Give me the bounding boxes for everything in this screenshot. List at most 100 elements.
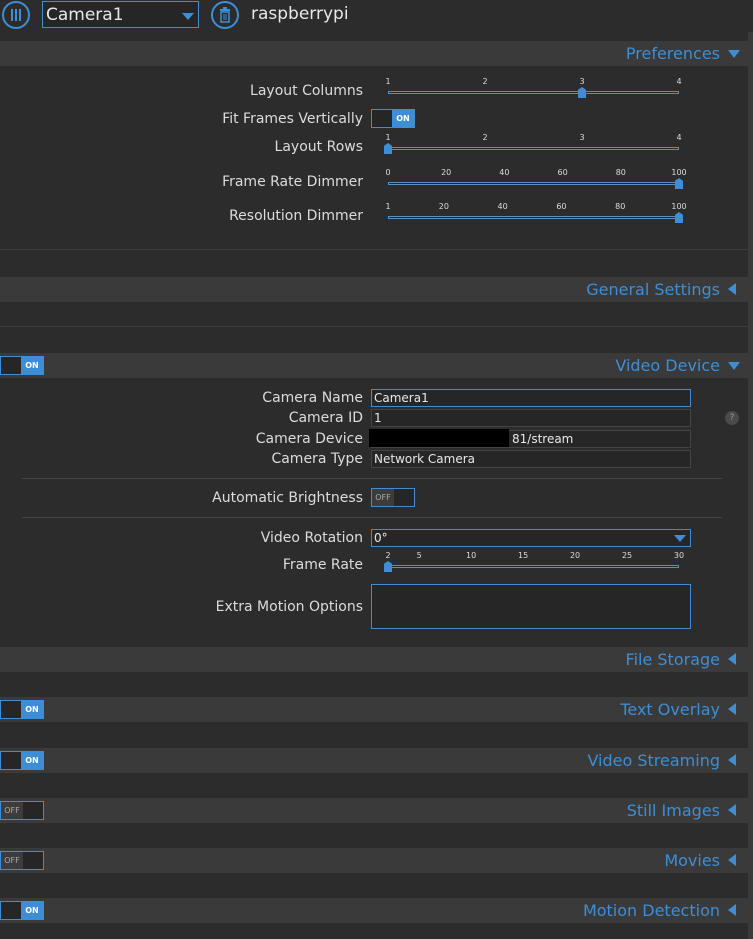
toggle-state-label: ON xyxy=(21,357,43,374)
slider-track[interactable] xyxy=(388,147,679,150)
collapse-arrow-icon xyxy=(728,703,736,715)
slider-tick-label: 100 xyxy=(671,168,687,177)
toggle-state-label: ON xyxy=(392,110,414,127)
movies-toggle[interactable]: OFF xyxy=(0,851,44,870)
slider-tick-label: 30 xyxy=(673,551,685,560)
toggle-state-label: OFF xyxy=(372,489,394,506)
resolution-dimmer-slider[interactable]: 1 20 40 60 80 100 xyxy=(385,202,687,226)
chevron-down-icon xyxy=(182,13,194,20)
camera-name-field[interactable]: Camera1 xyxy=(371,389,691,407)
slider-handle[interactable] xyxy=(675,178,683,189)
divider xyxy=(0,326,748,327)
camera-select[interactable]: Camera1 xyxy=(42,1,199,28)
slider-handle[interactable] xyxy=(384,143,392,154)
slider-tick-label: 2 xyxy=(385,551,391,560)
slider-tick-label: 40 xyxy=(499,168,510,177)
redacted-block xyxy=(369,429,509,447)
video-streaming-title: Video Streaming xyxy=(587,751,720,770)
auto-brightness-label: Automatic Brightness xyxy=(212,490,363,506)
slider-tick-label: 2 xyxy=(482,77,488,86)
toggle-state-label: ON xyxy=(21,701,43,718)
camera-id-field[interactable]: 1 xyxy=(371,409,691,427)
divider xyxy=(22,478,722,479)
slider-tick-label: 40 xyxy=(497,202,508,211)
frame-rate-label: Frame Rate xyxy=(282,557,363,573)
movies-header[interactable]: OFF Movies xyxy=(0,848,748,873)
collapse-arrow-icon xyxy=(728,854,736,866)
resolution-dimmer-label: Resolution Dimmer xyxy=(229,208,363,224)
collapse-arrow-icon xyxy=(728,904,736,916)
slider-tick-label: 80 xyxy=(615,168,626,177)
preferences-title: Preferences xyxy=(625,44,720,63)
motion-detection-header[interactable]: ON Motion Detection xyxy=(0,898,748,923)
file-storage-header[interactable]: File Storage xyxy=(0,647,748,672)
toggle-state-label: OFF xyxy=(1,802,23,819)
host-name: raspberrypi xyxy=(251,4,349,24)
motion-detection-toggle[interactable]: ON xyxy=(0,901,44,920)
layout-columns-slider[interactable]: 1 2 3 4 xyxy=(385,77,682,101)
pause-bars-icon xyxy=(11,9,21,21)
slider-tick-label: 80 xyxy=(615,202,626,211)
video-device-toggle[interactable]: ON xyxy=(0,356,44,375)
still-images-header[interactable]: OFF Still Images xyxy=(0,798,748,823)
scrollbar[interactable] xyxy=(748,32,753,939)
layout-rows-label: Layout Rows xyxy=(274,139,363,155)
slider-track[interactable] xyxy=(388,182,679,185)
slider-tick-label: 1 xyxy=(385,77,391,86)
slider-tick-label: 4 xyxy=(676,77,682,86)
slider-track[interactable] xyxy=(388,216,679,219)
menu-button[interactable] xyxy=(2,1,30,29)
file-storage-title: File Storage xyxy=(625,650,720,669)
divider xyxy=(0,249,748,250)
help-icon[interactable]: ? xyxy=(725,411,739,425)
camera-type-label: Camera Type xyxy=(271,451,363,467)
slider-tick-label: 60 xyxy=(556,202,567,211)
slider-tick-label: 2 xyxy=(482,133,488,142)
camera-device-label: Camera Device xyxy=(255,431,363,447)
video-rotation-select[interactable]: 0° xyxy=(371,529,691,547)
fit-frames-label: Fit Frames Vertically xyxy=(222,111,363,127)
camera-id-label: Camera ID xyxy=(288,410,363,426)
general-settings-header[interactable]: General Settings xyxy=(0,277,748,302)
layout-rows-slider[interactable]: 1 2 3 4 xyxy=(384,133,682,157)
slider-tick-label: 3 xyxy=(579,133,585,142)
frame-rate-slider[interactable]: 2 5 10 15 20 25 30 xyxy=(384,551,684,575)
video-rotation-label: Video Rotation xyxy=(260,530,363,546)
slider-tick-label: 10 xyxy=(466,551,477,560)
slider-tick-label: 3 xyxy=(579,77,585,86)
camera-name-label: Camera Name xyxy=(262,390,363,406)
movies-title: Movies xyxy=(664,851,720,870)
divider xyxy=(22,517,722,518)
delete-camera-button[interactable] xyxy=(211,1,239,29)
slider-tick-label: 20 xyxy=(569,551,581,560)
fit-frames-toggle[interactable]: ON xyxy=(371,109,415,128)
extra-motion-textarea[interactable] xyxy=(371,584,691,629)
still-images-toggle[interactable]: OFF xyxy=(0,801,44,820)
video-rotation-value: 0° xyxy=(374,531,388,545)
slider-ticks: 1 20 40 60 80 100 xyxy=(385,202,686,212)
trash-icon xyxy=(220,7,230,23)
text-overlay-toggle[interactable]: ON xyxy=(0,700,44,719)
video-streaming-header[interactable]: ON Video Streaming xyxy=(0,748,748,773)
preferences-header[interactable]: Preferences xyxy=(0,41,748,66)
slider-handle[interactable] xyxy=(384,561,392,572)
slider-ticks: 2 5 10 15 20 25 30 xyxy=(385,551,684,561)
slider-ticks: 1 2 3 4 xyxy=(385,133,682,143)
frame-rate-dimmer-slider[interactable]: 0 20 40 60 80 100 xyxy=(385,168,687,192)
slider-tick-label: 4 xyxy=(676,133,682,142)
frame-rate-dimmer-label: Frame Rate Dimmer xyxy=(222,174,363,190)
auto-brightness-toggle[interactable]: OFF xyxy=(371,488,415,507)
slider-handle[interactable] xyxy=(675,212,683,223)
video-streaming-toggle[interactable]: ON xyxy=(0,751,44,770)
slider-handle[interactable] xyxy=(578,87,586,98)
toggle-state-label: ON xyxy=(21,902,43,919)
collapse-arrow-icon xyxy=(728,804,736,816)
video-device-header[interactable]: ON Video Device xyxy=(0,353,748,378)
layout-columns-label: Layout Columns xyxy=(250,83,363,99)
slider-track[interactable] xyxy=(388,565,679,568)
slider-tick-label: 1 xyxy=(385,133,391,142)
text-overlay-header[interactable]: ON Text Overlay xyxy=(0,697,748,722)
expand-arrow-icon xyxy=(728,50,740,58)
slider-track[interactable] xyxy=(388,91,679,94)
slider-tick-label: 15 xyxy=(518,551,529,560)
